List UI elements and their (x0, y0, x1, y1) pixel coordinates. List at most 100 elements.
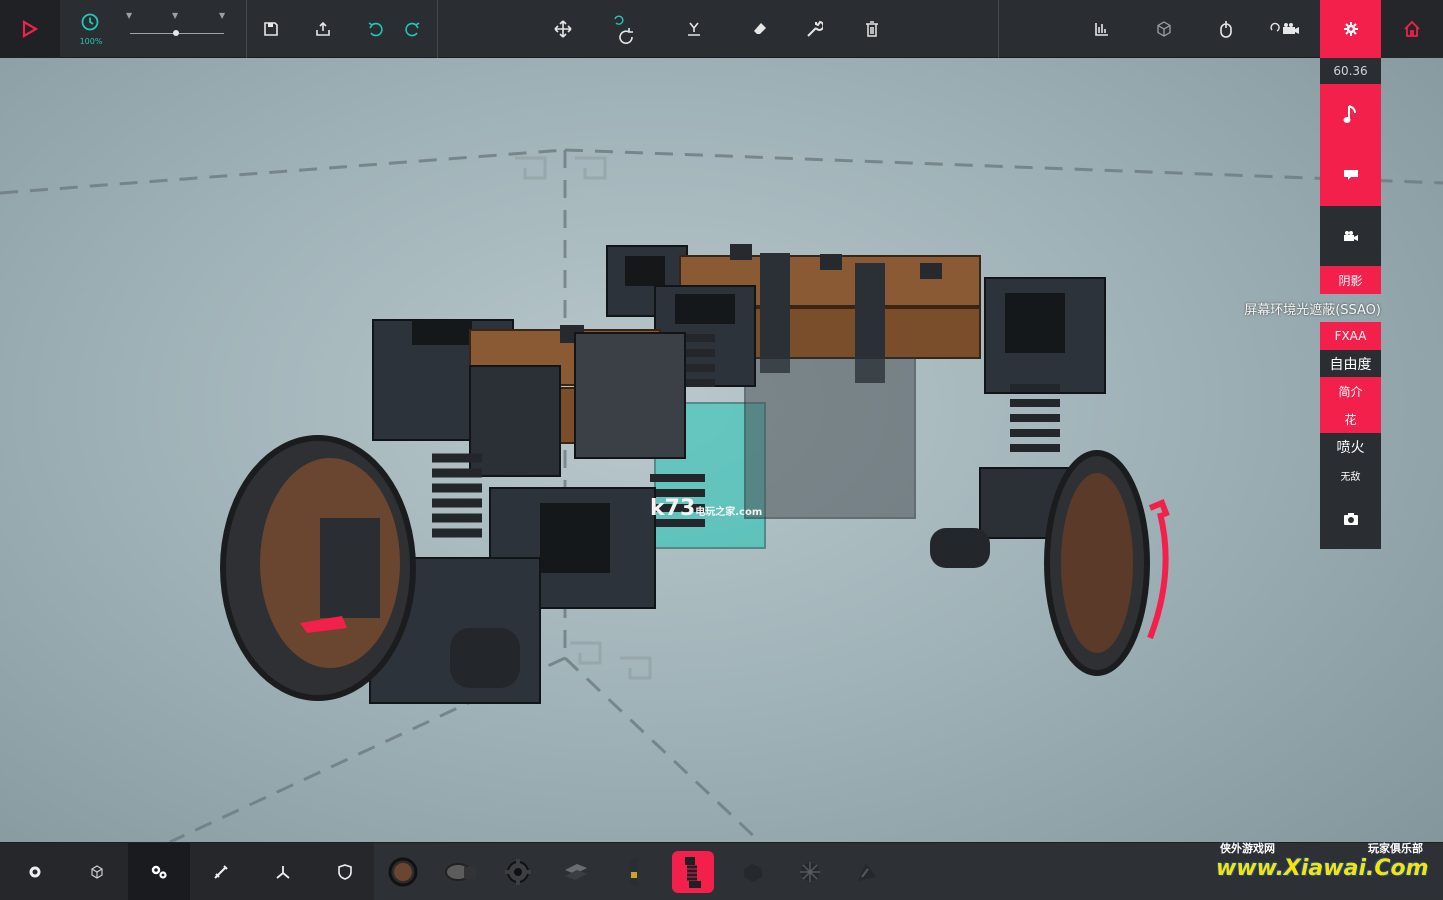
screenshot-button[interactable] (1320, 489, 1381, 549)
camera-mode-toggle[interactable] (1320, 206, 1381, 266)
slider-tick-icon: ▼ (219, 11, 226, 20)
xiawai-url: www.Xiawai.Com (1216, 856, 1429, 881)
ssao-label: 屏幕环境光遮蔽(SSAO) (1244, 303, 1381, 318)
xiawai-left-label: 侠外游戏网 (1220, 842, 1275, 855)
save-button[interactable] (256, 0, 286, 58)
slider-tick-icon: ▼ (172, 11, 179, 20)
category-mechanical[interactable] (128, 843, 190, 900)
slider-tick-icon: ▼ (126, 11, 133, 20)
undo-icon (368, 22, 383, 37)
mouse-icon (1220, 21, 1232, 38)
game-viewport[interactable]: k73电玩之家.com (0, 58, 1443, 844)
cube-icon (1157, 21, 1171, 37)
ssao-toggle[interactable]: 屏幕环境光遮蔽(SSAO) (1244, 294, 1381, 322)
cube-icon (91, 865, 103, 879)
camera-swap-icon (1270, 22, 1299, 34)
sword-icon (214, 865, 228, 879)
load-button[interactable] (308, 0, 338, 58)
home-button[interactable] (1381, 0, 1443, 58)
move-icon (554, 20, 572, 38)
settings-button[interactable] (1320, 0, 1381, 58)
k73-brand: k73 (650, 496, 696, 521)
trash-icon (866, 21, 878, 37)
category-blocks[interactable] (66, 843, 128, 900)
shield-icon (338, 864, 352, 880)
fps-counter: 60.36 (1320, 58, 1381, 84)
k73-watermark: k73电玩之家.com (650, 496, 762, 521)
eraser-icon (754, 23, 766, 34)
gear-icon (29, 866, 41, 878)
piston-part[interactable] (613, 851, 655, 893)
drop-icon (688, 22, 700, 36)
music-note-icon (1343, 105, 1356, 123)
category-armour[interactable] (314, 843, 376, 900)
move-tool-button[interactable] (548, 0, 578, 58)
time-scale-control: 100% ▼ ▼ ▼ (60, 0, 246, 58)
freedom-toggle[interactable]: 自由度 (1320, 350, 1381, 377)
k73-brand-domain: .com (735, 507, 763, 518)
redo-icon (405, 22, 420, 37)
spinning-block-icon (800, 862, 820, 882)
hinge-part[interactable] (555, 851, 597, 893)
camera-switch-button[interactable] (1266, 0, 1304, 58)
undo-button[interactable] (360, 0, 390, 58)
play-icon (22, 20, 39, 38)
mouse-button[interactable] (1212, 0, 1240, 58)
category-basic[interactable] (4, 843, 66, 900)
rotate-icon (614, 15, 633, 44)
intro-toggle[interactable]: 简介 (1320, 377, 1381, 405)
play-button[interactable] (0, 0, 60, 58)
stats-icon (1095, 23, 1108, 36)
cog-part[interactable] (497, 851, 539, 893)
time-scale-label: 100% (79, 37, 103, 46)
category-weapons[interactable] (190, 843, 252, 900)
steering-block-icon (744, 864, 762, 882)
flower-toggle[interactable]: 花 (1320, 405, 1381, 433)
category-flight[interactable] (252, 843, 314, 900)
xiawai-right-label: 玩家俱乐部 (1368, 842, 1423, 855)
brace-part[interactable] (846, 851, 888, 893)
brace-icon (858, 863, 876, 881)
chat-toggle[interactable] (1320, 144, 1381, 206)
time-slider-handle[interactable] (173, 30, 179, 36)
rotate-tool-button[interactable] (602, 0, 642, 58)
redo-button[interactable] (398, 0, 428, 58)
top-toolbar: 100% ▼ ▼ ▼ (0, 0, 1443, 58)
wheel-icon (388, 857, 418, 887)
toolbar-divider (998, 0, 999, 58)
cog-icon (505, 859, 531, 885)
k73-brand-sub: 电玩之家 (695, 507, 736, 518)
toolbar-divider (246, 0, 247, 58)
suspension-icon (685, 857, 701, 888)
delete-button[interactable] (858, 0, 886, 58)
video-camera-icon (1343, 231, 1358, 241)
drop-tool-button[interactable] (680, 0, 708, 58)
small-wheel-icon (445, 863, 476, 881)
invincible-toggle[interactable]: 无敌 (1320, 461, 1381, 489)
home-icon (1404, 20, 1420, 37)
shadow-toggle[interactable]: 阴影 (1320, 266, 1381, 294)
wrench-icon (807, 20, 823, 37)
steering-block-part[interactable] (732, 851, 774, 893)
spinning-block-part[interactable] (789, 851, 831, 893)
piston-icon (630, 858, 638, 886)
speech-bubble-icon (1343, 170, 1358, 180)
eraser-tool-button[interactable] (746, 0, 774, 58)
wheel-part[interactable] (382, 851, 424, 893)
load-icon (316, 21, 330, 36)
wrench-tool-button[interactable] (800, 0, 828, 58)
scene-render (0, 148, 1443, 844)
small-wheel-part[interactable] (440, 851, 482, 893)
suspension-part[interactable] (672, 851, 714, 893)
toolbar-divider (437, 0, 438, 58)
stats-button[interactable] (1088, 0, 1116, 58)
music-toggle[interactable] (1320, 84, 1381, 144)
block-view-button[interactable] (1150, 0, 1178, 58)
save-icon (264, 22, 278, 36)
hinge-icon (565, 864, 587, 880)
fxaa-toggle[interactable]: FXAA (1320, 322, 1381, 350)
camera-icon (1343, 513, 1358, 525)
flame-toggle[interactable]: 喷火 (1320, 433, 1381, 461)
settings-icon (1343, 22, 1358, 36)
clock-icon[interactable] (80, 12, 100, 32)
